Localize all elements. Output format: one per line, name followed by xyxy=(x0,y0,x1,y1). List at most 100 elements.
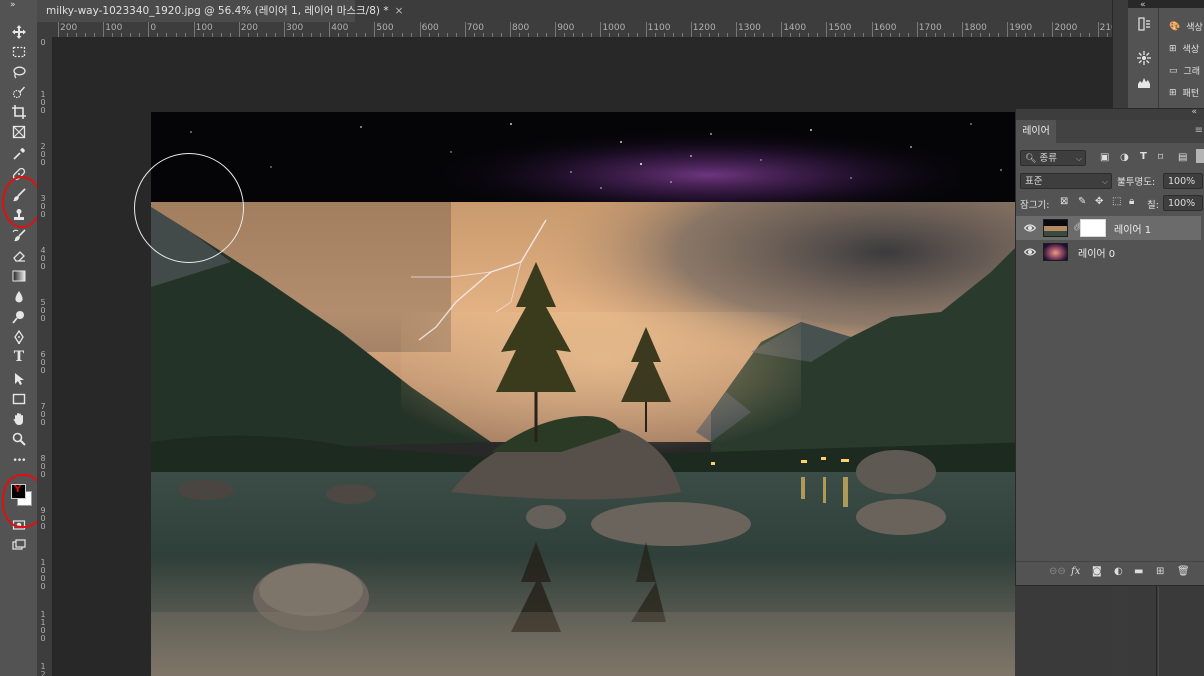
panel-menu-icon[interactable]: ≡ xyxy=(1195,125,1203,136)
layer-name[interactable]: 레이어 0 xyxy=(1078,245,1115,260)
add-mask-icon[interactable]: ◙ xyxy=(1092,566,1102,577)
lock-all-icon[interactable]: 🔒︎ xyxy=(1129,196,1134,207)
toolbar-collapse-button[interactable]: » xyxy=(10,0,16,10)
color-palette-icon: 🎨 xyxy=(1169,21,1181,32)
close-tab-icon[interactable]: × xyxy=(395,5,404,17)
layer-thumbnail xyxy=(1043,219,1068,237)
ruler-tick xyxy=(374,22,376,37)
ruler-subtick xyxy=(862,33,864,37)
layer-row-layer-0[interactable]: 레이어 0 xyxy=(1016,240,1201,264)
new-layer-icon[interactable]: ⊞ xyxy=(1156,566,1164,577)
ruler-subtick xyxy=(745,33,747,37)
vertical-ruler[interactable]: 0 1 0 0 2 0 0 3 0 0 4 0 0 5 0 0 6 0 0 7 0 0 8 0 … xyxy=(37,37,53,676)
marquee-icon[interactable] xyxy=(8,43,30,61)
gradient-icon[interactable] xyxy=(8,267,30,285)
lock-image-icon[interactable]: ✎ xyxy=(1078,196,1086,207)
ruler-subtick xyxy=(519,33,521,37)
visibility-eye-icon[interactable] xyxy=(1024,222,1036,234)
ruler-subtick xyxy=(528,33,530,37)
fx-icon[interactable]: fx xyxy=(1071,566,1080,577)
eyedropper-icon[interactable] xyxy=(8,145,30,163)
annotation-circle-brush xyxy=(2,176,42,228)
ruler-tick xyxy=(600,22,602,37)
ruler-subtick xyxy=(699,33,701,37)
new-group-icon[interactable]: ▬ xyxy=(1134,566,1143,577)
chevron-down-icon: ⌵ xyxy=(1101,177,1108,186)
filter-shape-icon[interactable]: ⌑ xyxy=(1158,152,1163,163)
ruler-label: 1900 xyxy=(1009,23,1033,33)
panel-tab-gradients[interactable]: ▭ 그래 xyxy=(1169,64,1200,78)
move-icon[interactable] xyxy=(8,23,30,41)
lasso-icon[interactable] xyxy=(8,63,30,81)
link-layers-icon[interactable]: ⊖⊖ xyxy=(1049,566,1066,577)
layer-name[interactable]: 레이어 1 xyxy=(1114,221,1151,236)
pen-icon[interactable] xyxy=(8,328,30,346)
ruler-subtick xyxy=(898,33,900,37)
horizontal-ruler[interactable]: 200 100 0 100 200 300 400 500 600 700 800 900 1000 11… xyxy=(52,22,1112,38)
screen-mode-icon[interactable] xyxy=(8,536,30,554)
ruler-subtick xyxy=(889,33,891,37)
opacity-input[interactable]: 100% xyxy=(1163,173,1203,189)
panel-tab-color[interactable]: 🎨 색상 xyxy=(1169,20,1203,34)
quick-select-icon[interactable] xyxy=(8,83,30,101)
delete-layer-icon[interactable]: 🗑︎ xyxy=(1177,566,1190,577)
color-wheel-icon[interactable] xyxy=(1136,50,1152,66)
ruler-subtick xyxy=(139,33,141,37)
ruler-tick xyxy=(826,22,828,37)
lock-artboard-icon[interactable]: ⬚ xyxy=(1112,196,1121,207)
ruler-subtick xyxy=(1025,33,1027,37)
layer-row-layer-1[interactable]: 🔗︎ 레이어 1 xyxy=(1016,216,1201,240)
histogram-icon[interactable] xyxy=(1136,74,1152,90)
ruler-label: 1000 xyxy=(602,23,626,33)
layer-mask-thumbnail[interactable] xyxy=(1080,219,1106,237)
foreground-color-swatch-top[interactable]: Y xyxy=(11,484,26,499)
layer-filter-kind-select[interactable]: 🔍︎ 종류 ⌵ xyxy=(1020,150,1086,166)
filter-adjustment-icon[interactable]: ◑ xyxy=(1120,152,1129,163)
ruler-tick xyxy=(193,22,195,37)
collapsed-panel-icons xyxy=(1128,8,1158,108)
filter-pixel-icon[interactable]: ▣ xyxy=(1100,152,1109,163)
swatches-icon: ⊞ xyxy=(1169,43,1177,54)
lock-transparent-icon[interactable]: ⊠ xyxy=(1060,196,1068,207)
tab-layers[interactable]: 레이어 xyxy=(1016,120,1056,143)
filter-smart-object-icon[interactable]: ▤ xyxy=(1178,152,1187,163)
type-icon[interactable]: T xyxy=(8,348,30,366)
adjustment-layer-icon[interactable]: ◐ xyxy=(1114,566,1123,577)
filter-type-icon[interactable]: T xyxy=(1140,151,1147,162)
canvas-area[interactable] xyxy=(53,38,1113,676)
blend-mode-select[interactable]: 표준 ⌵ xyxy=(1020,173,1112,189)
blur-icon[interactable] xyxy=(8,288,30,306)
eraser-icon[interactable] xyxy=(8,247,30,265)
crop-icon[interactable] xyxy=(8,103,30,121)
ruler-subtick xyxy=(573,33,575,37)
ruler-subtick xyxy=(1088,33,1090,37)
frame-icon[interactable] xyxy=(8,123,30,141)
hand-icon[interactable] xyxy=(8,410,30,428)
ruler-subtick xyxy=(500,33,502,37)
rectangle-icon[interactable] xyxy=(8,390,30,408)
visibility-eye-icon[interactable] xyxy=(1024,246,1036,258)
path-select-icon[interactable] xyxy=(8,370,30,388)
lock-position-icon[interactable]: ✥ xyxy=(1095,196,1103,207)
document-tab[interactable]: milky-way-1023340_1920.jpg @ 56.4% (레이어 … xyxy=(37,0,403,22)
history-brush-icon[interactable] xyxy=(8,227,30,245)
document-image[interactable] xyxy=(151,112,1031,676)
ruler-label: 200 xyxy=(240,23,258,33)
color-swatches-panel: 🎨 색상 ⊞ 색상 ▭ 그래 ⊞ 패턴 xyxy=(1158,8,1204,108)
zoom-icon[interactable] xyxy=(8,430,30,448)
history-panel-icon[interactable] xyxy=(1136,16,1152,32)
ruler-tick xyxy=(1052,22,1054,37)
ruler-subtick xyxy=(121,33,123,37)
ruler-tick xyxy=(329,22,331,37)
ruler-tick xyxy=(419,22,421,37)
fill-input[interactable]: 100% xyxy=(1163,195,1203,211)
panel-tab-swatches[interactable]: ⊞ 색상 xyxy=(1169,42,1199,56)
panel-tab-patterns[interactable]: ⊞ 패턴 xyxy=(1169,86,1199,100)
ruler-tick xyxy=(103,22,105,37)
ruler-origin[interactable] xyxy=(37,22,52,37)
more-tools-icon[interactable]: ••• xyxy=(8,452,30,470)
dodge-icon[interactable] xyxy=(8,308,30,326)
layers-collapse-button[interactable]: « xyxy=(1191,107,1197,117)
filter-toggle[interactable] xyxy=(1196,149,1204,163)
ruler-subtick xyxy=(980,33,982,37)
